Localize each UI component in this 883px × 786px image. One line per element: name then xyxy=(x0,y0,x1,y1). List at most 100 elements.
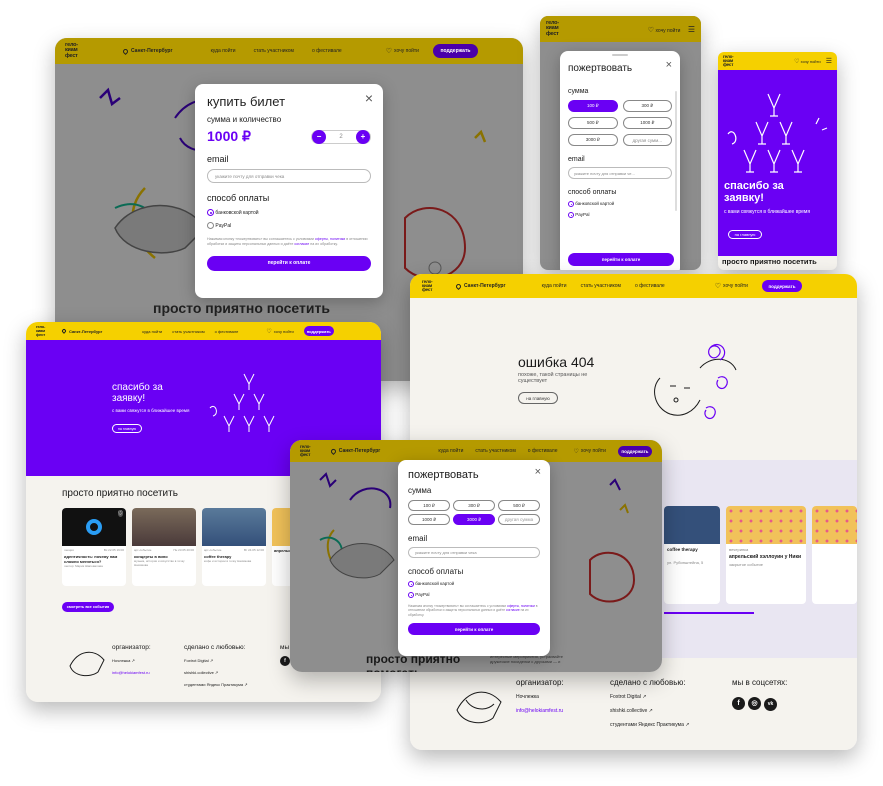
nav-want[interactable]: хочу пойти xyxy=(801,59,821,64)
amount-300[interactable]: 300 ₽ xyxy=(622,100,672,112)
support-button[interactable]: поддержать xyxy=(761,280,802,292)
home-button[interactable]: на главную xyxy=(518,392,558,404)
event-card[interactable]: coffee therapy ул. Рубинштейна, 5 xyxy=(664,506,720,604)
scrollbar[interactable] xyxy=(675,91,677,211)
consent-link[interactable]: согласие xyxy=(294,242,309,246)
heart-icon[interactable]: ♡ xyxy=(648,27,654,34)
external-link-icon: ↗ xyxy=(685,722,690,728)
event-card[interactable]: арт-событие Пн 23.05 20:00 концерты в ви… xyxy=(132,508,196,586)
nav-want[interactable]: хочу пойти xyxy=(723,283,748,289)
email-label: email xyxy=(568,156,585,163)
city-selector[interactable]: Санкт-Петербург xyxy=(69,329,102,334)
payment-label: способ оплаты xyxy=(408,567,464,576)
close-icon[interactable]: × xyxy=(535,466,541,478)
amount-other[interactable]: другая сумм... xyxy=(622,134,672,146)
city-selector[interactable]: Санкт-Петербург xyxy=(464,283,506,289)
pay-button[interactable]: перейти к оплате xyxy=(568,253,674,266)
carousel-progress xyxy=(664,612,754,614)
heart-icon[interactable]: ♡ xyxy=(715,282,721,290)
amount-500[interactable]: 500 ₽ xyxy=(568,117,618,129)
amount-3000[interactable]: 3000 ₽ xyxy=(568,134,618,146)
logo[interactable]: гело- киам фест xyxy=(723,54,734,68)
nav-where[interactable]: куда пойти xyxy=(142,329,162,334)
made-link-3[interactable]: студентами Яндекс Практикума ↗ xyxy=(184,682,248,687)
organizer-link[interactable]: Ночлежка ↗ xyxy=(112,658,135,663)
payment-paypal[interactable]: PayPal xyxy=(207,222,371,229)
email-input[interactable]: укажите почту для отправки че... xyxy=(568,167,672,179)
footer-illustration xyxy=(69,651,105,677)
instagram-icon[interactable]: ◎ xyxy=(748,696,761,710)
made-link-1[interactable]: Foxtrot Digital ↗ xyxy=(184,658,213,663)
heart-icon[interactable]: ♡ xyxy=(266,328,271,335)
error-subtitle: похоже, такой страницы не существует xyxy=(518,372,588,384)
made-link-3[interactable]: студентами Яндекс Практикума ↗ xyxy=(610,722,689,728)
amount-other[interactable]: другая сумма xyxy=(498,514,540,525)
close-icon[interactable]: × xyxy=(365,90,373,106)
logo[interactable]: гело- киам фест xyxy=(36,325,52,337)
consent-link[interactable]: согласие xyxy=(506,608,520,612)
offer-link[interactable]: оферты xyxy=(507,604,519,608)
payment-card[interactable]: банковской картой xyxy=(207,209,371,216)
all-events-button[interactable]: смотреть все события xyxy=(62,602,114,612)
menu-icon[interactable]: ☰ xyxy=(826,58,832,65)
amount-500[interactable]: 500 ₽ xyxy=(498,500,540,511)
home-button[interactable]: на главную xyxy=(728,230,762,239)
event-card[interactable] xyxy=(812,506,857,604)
event-card[interactable]: арт-событие Вт 24.05 12:00 coffee therap… xyxy=(202,508,266,586)
footer-illustration xyxy=(456,691,502,724)
made-label: сделано с любовью: xyxy=(184,644,246,651)
policy-link[interactable]: политики xyxy=(330,237,345,241)
payment-paypal[interactable]: PayPal xyxy=(568,212,672,218)
email-input[interactable]: укажите почту для отправки чека xyxy=(408,547,540,558)
home-button[interactable]: на главную xyxy=(112,424,142,433)
made-link-1[interactable]: Foxtrot Digital ↗ xyxy=(610,694,646,700)
email-link[interactable]: info@helokiamfest.ru xyxy=(112,670,150,675)
made-link-2[interactable]: shishki.collective ↗ xyxy=(610,708,653,714)
quantity-stepper[interactable]: − 2 + xyxy=(311,129,371,144)
close-icon[interactable]: × xyxy=(666,59,672,71)
event-card[interactable]: вечеринка апрельский хэллоуин у Ники закры… xyxy=(726,506,806,604)
social-label: мы xyxy=(280,644,290,651)
amount-1000[interactable]: 1000 ₽ xyxy=(408,514,450,525)
donate-modal: пожертвовать × сумма 100 ₽ 300 ₽ 500 ₽ 1… xyxy=(398,460,550,656)
nav-about[interactable]: о фестивале xyxy=(635,283,665,289)
amount-1000[interactable]: 1000 ₽ xyxy=(622,117,672,129)
policy-link[interactable]: политики xyxy=(521,604,535,608)
amount-300[interactable]: 300 ₽ xyxy=(453,500,495,511)
vk-icon[interactable]: vk xyxy=(764,697,777,711)
amount-100[interactable]: 100 ₽ xyxy=(408,500,450,511)
email-input[interactable]: укажите почту для отправки чека xyxy=(207,169,371,183)
heart-icon[interactable]: ♡ xyxy=(794,59,799,65)
payment-paypal[interactable]: PayPal xyxy=(408,592,540,598)
organizer-link[interactable]: Ночлежка xyxy=(516,694,539,700)
logo[interactable]: гело- киам фест xyxy=(546,20,559,37)
modal-title: пожертвовать xyxy=(408,469,479,481)
minus-button[interactable]: − xyxy=(312,129,326,144)
nav-want[interactable]: хочу пойти xyxy=(274,329,294,334)
offer-link[interactable]: оферты xyxy=(315,237,328,241)
amount-100[interactable]: 100 ₽ xyxy=(568,100,618,112)
logo[interactable]: гело- киам фест xyxy=(422,279,442,293)
quantity-value: 2 xyxy=(339,133,343,140)
heart-icon[interactable]: ♡ xyxy=(117,510,123,517)
amount-3000[interactable]: 3000 ₽ xyxy=(453,514,495,525)
nav-about[interactable]: о фестивале xyxy=(215,329,239,334)
nav-participate[interactable]: стать участником xyxy=(172,329,204,334)
nav-want[interactable]: хочу пойти xyxy=(655,28,680,34)
nav-where[interactable]: куда пойти xyxy=(542,283,567,289)
email-link[interactable]: info@helokiamfest.ru xyxy=(516,708,563,714)
menu-icon[interactable]: ☰ xyxy=(688,25,695,34)
support-button[interactable]: поддержать xyxy=(303,326,334,336)
made-link-2[interactable]: shishki.collective ↗ xyxy=(184,670,218,675)
pay-button[interactable]: перейти к оплате xyxy=(207,255,371,271)
nav-participate[interactable]: стать участником xyxy=(581,283,621,289)
email-label: email xyxy=(207,154,229,164)
payment-card[interactable]: банковской картой xyxy=(408,581,540,587)
pay-button[interactable]: перейти к оплате xyxy=(408,623,540,636)
event-card[interactable]: ♡ лекция Вс 22.05 19:00 идентичность: по… xyxy=(62,508,126,586)
plus-button[interactable]: + xyxy=(356,129,370,144)
organizer-label: организатор: xyxy=(112,644,151,651)
facebook-icon[interactable]: f xyxy=(732,697,745,710)
facebook-icon[interactable]: f xyxy=(280,656,290,666)
payment-card[interactable]: банковской картой xyxy=(568,201,672,207)
